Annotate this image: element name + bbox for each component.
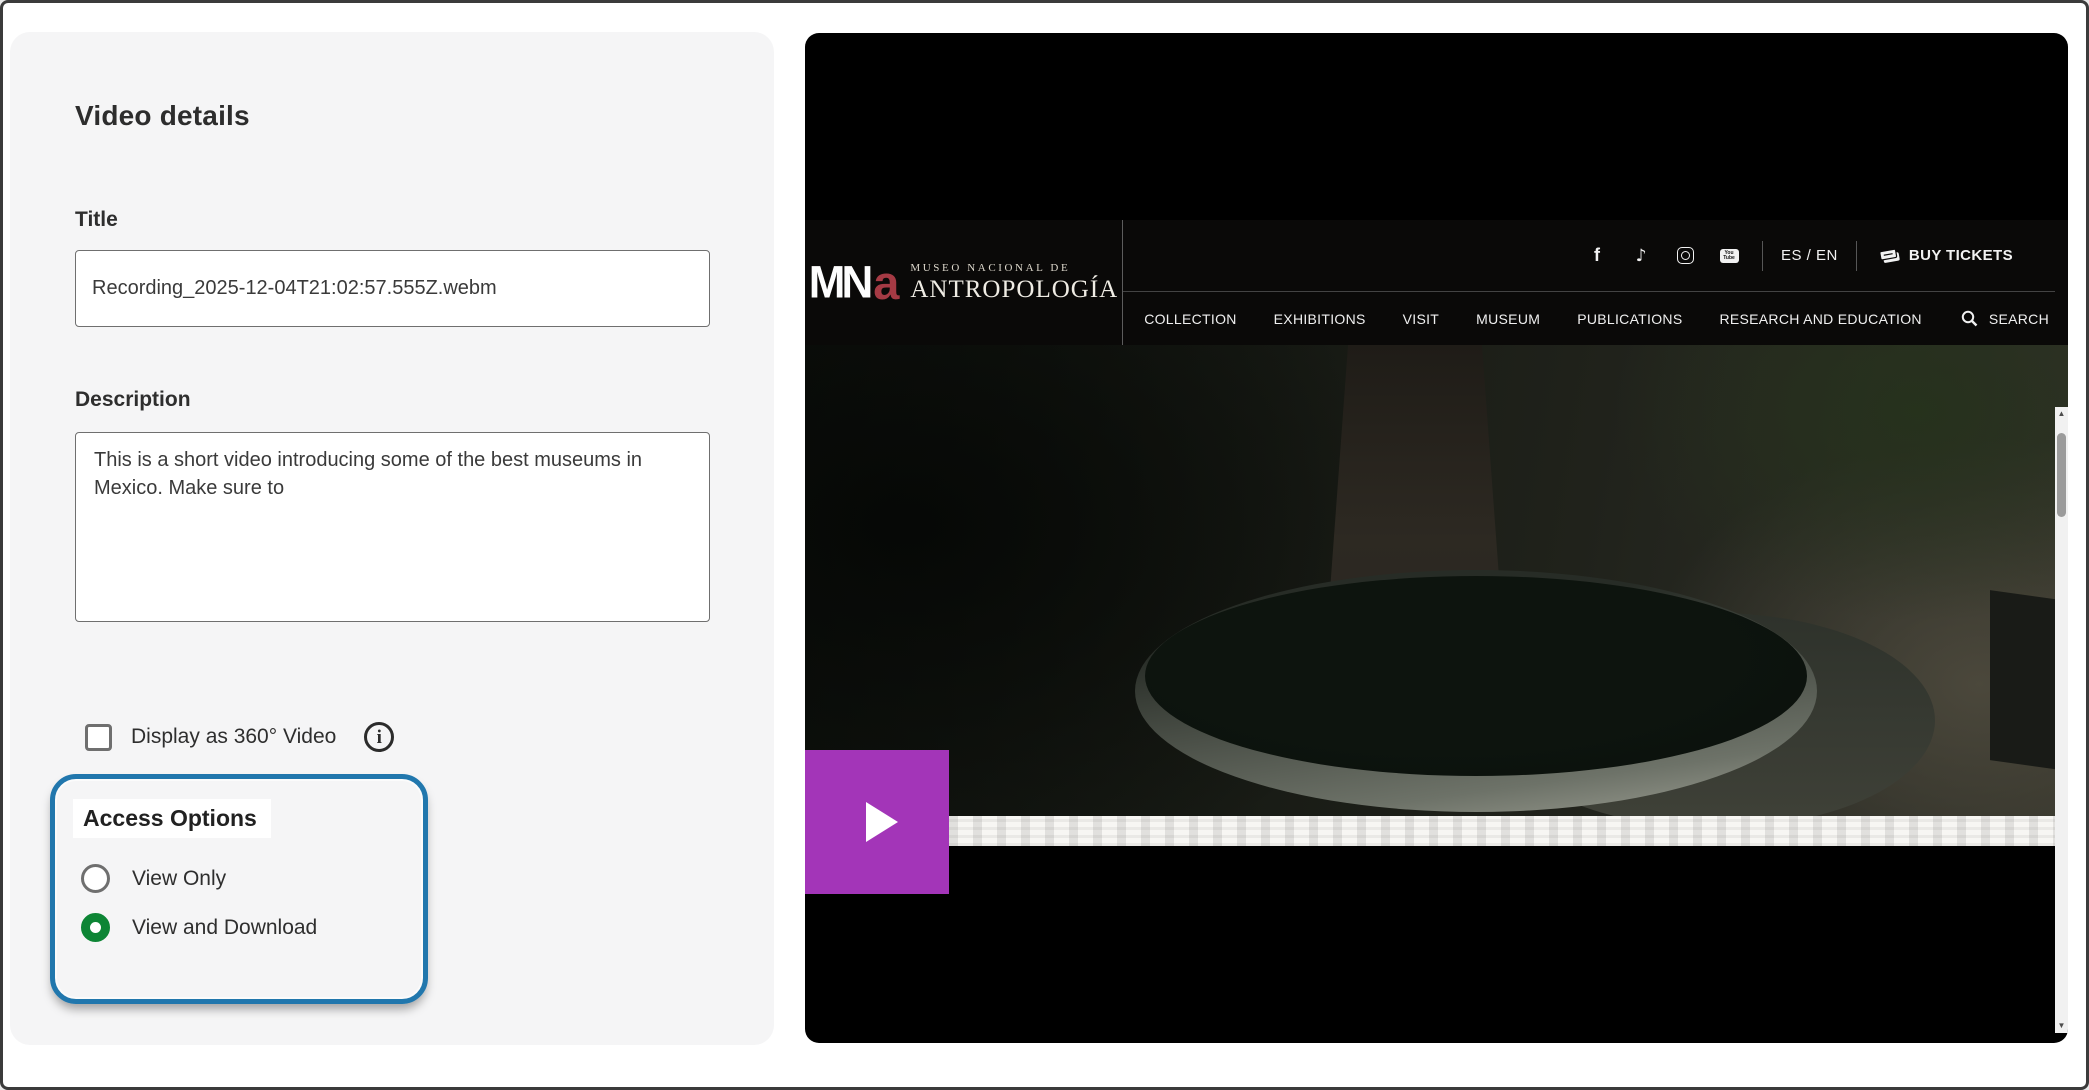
site-topbar: f ♪ YouTube ES / EN [1123, 220, 2055, 292]
youtube-icon: YouTube [1714, 249, 1744, 263]
search-label: SEARCH [1989, 311, 2049, 327]
display-360-label: Display as 360° Video [131, 725, 336, 749]
site-search: SEARCH [1961, 310, 2049, 327]
access-option-view-only[interactable]: View Only [81, 864, 423, 893]
video-details-panel: Video details Title Description This is … [10, 32, 774, 1045]
nav-item-exhibitions: EXHIBITIONS [1274, 311, 1366, 327]
hero-dark-structure [1990, 590, 2060, 770]
display-360-row[interactable]: Display as 360° Video i [85, 722, 394, 752]
tiktok-icon: ♪ [1626, 246, 1656, 266]
title-input[interactable] [75, 250, 710, 327]
view-and-download-radio[interactable] [81, 913, 110, 942]
scrollbar-thumb [2057, 433, 2066, 517]
facebook-icon: f [1582, 245, 1612, 266]
play-icon [866, 802, 898, 842]
view-only-radio[interactable] [81, 864, 110, 893]
museum-courtyard-photo [805, 345, 2068, 816]
title-label: Title [75, 208, 118, 232]
play-button[interactable] [805, 750, 949, 894]
topbar-divider [1856, 241, 1857, 271]
nav-item-collection: COLLECTION [1144, 311, 1236, 327]
scrollbar-down-arrow: ▼ [2058, 1022, 2066, 1030]
museum-logo: MN a MUSEO NACIONAL DE ANTROPOLOGÍA [805, 220, 1123, 345]
video-details-dialog: Video details Title Description This is … [0, 0, 2089, 1090]
language-toggle: ES / EN [1781, 247, 1838, 264]
info-icon[interactable]: i [364, 722, 394, 752]
buy-tickets-button: BUY TICKETS [1879, 247, 2013, 264]
view-only-label: View Only [132, 867, 226, 891]
logo-wordmark: MUSEO NACIONAL DE ANTROPOLOGÍA [910, 262, 1118, 304]
nav-item-research-education: RESEARCH AND EDUCATION [1719, 311, 1921, 327]
site-navbar: COLLECTION EXHIBITIONS VISIT MUSEUM PUBL… [1123, 292, 2055, 345]
site-content-strip [805, 816, 2068, 846]
display-360-checkbox[interactable] [85, 724, 112, 751]
search-icon [1961, 310, 1978, 327]
video-frame-website: MN a MUSEO NACIONAL DE ANTROPOLOGÍA f ♪ … [805, 220, 2068, 846]
nav-item-publications: PUBLICATIONS [1577, 311, 1682, 327]
site-header: MN a MUSEO NACIONAL DE ANTROPOLOGÍA f ♪ … [805, 220, 2068, 345]
topbar-divider [1762, 241, 1763, 271]
panel-title: Video details [75, 100, 250, 132]
instagram-icon [1670, 247, 1700, 264]
access-options-highlight-ring: Access Options View Only View and Downlo… [50, 774, 428, 1004]
nav-item-museum: MUSEUM [1476, 311, 1540, 327]
description-label: Description [75, 388, 191, 412]
access-options-heading: Access Options [73, 799, 271, 838]
video-preview-player[interactable]: MN a MUSEO NACIONAL DE ANTROPOLOGÍA f ♪ … [805, 33, 2068, 1043]
hero-fountain-rim [1135, 570, 1817, 812]
logo-line1: MUSEO NACIONAL DE [910, 262, 1118, 274]
site-scrollbar: ▲ ▼ [2055, 407, 2068, 1033]
hero-fountain-water [1145, 576, 1807, 776]
logo-mn-mark: MN [809, 257, 869, 309]
description-input[interactable]: This is a short video introducing some o… [75, 432, 710, 622]
access-option-view-and-download[interactable]: View and Download [81, 913, 423, 942]
ticket-icon [1879, 248, 1901, 264]
logo-a-mark: a [873, 255, 899, 310]
nav-item-visit: VISIT [1403, 311, 1440, 327]
logo-line2: ANTROPOLOGÍA [910, 276, 1118, 304]
scrollbar-up-arrow: ▲ [2058, 410, 2066, 418]
view-and-download-label: View and Download [132, 916, 317, 940]
